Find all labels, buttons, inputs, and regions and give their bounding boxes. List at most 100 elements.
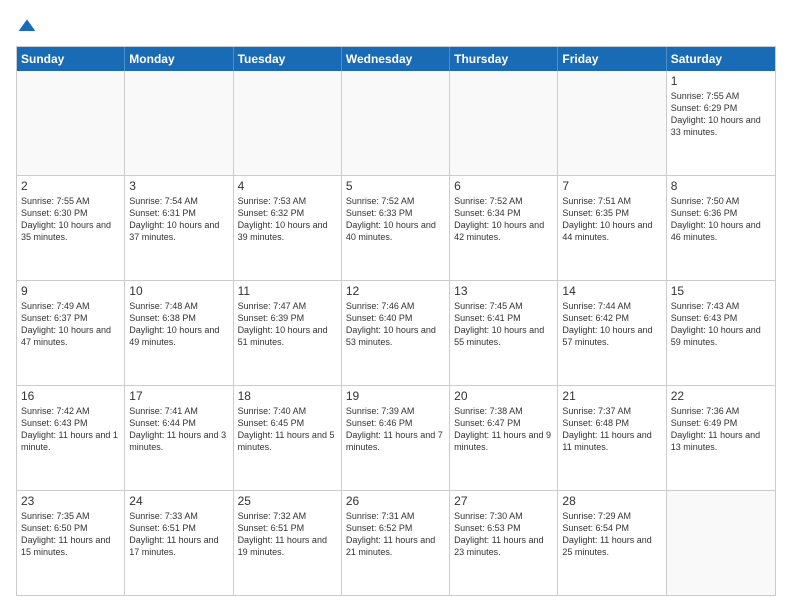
calendar-row-1: 2 Sunrise: 7:55 AM Sunset: 6:30 PM Daylig…	[17, 175, 775, 280]
calendar-body: 1 Sunrise: 7:55 AM Sunset: 6:29 PM Daylig…	[17, 71, 775, 595]
calendar-row-2: 9 Sunrise: 7:49 AM Sunset: 6:37 PM Daylig…	[17, 280, 775, 385]
calendar-cell: 24 Sunrise: 7:33 AM Sunset: 6:51 PM Dayli…	[125, 491, 233, 595]
day-number: 20	[454, 389, 553, 403]
day-info: Sunrise: 7:40 AM Sunset: 6:45 PM Dayligh…	[238, 405, 337, 454]
calendar-cell	[234, 71, 342, 175]
day-info: Sunrise: 7:52 AM Sunset: 6:34 PM Dayligh…	[454, 195, 553, 244]
day-info: Sunrise: 7:38 AM Sunset: 6:47 PM Dayligh…	[454, 405, 553, 454]
day-number: 19	[346, 389, 445, 403]
calendar-cell: 21Sunrise: 7:37 AM Sunset: 6:48 PM Dayli…	[558, 386, 666, 490]
day-number: 13	[454, 284, 553, 298]
day-number: 25	[238, 494, 337, 508]
day-number: 2	[21, 179, 120, 193]
day-info: Sunrise: 7:42 AM Sunset: 6:43 PM Dayligh…	[21, 405, 120, 454]
day-number: 15	[671, 284, 771, 298]
calendar-cell: 7 Sunrise: 7:51 AM Sunset: 6:35 PM Daylig…	[558, 176, 666, 280]
day-info: Sunrise: 7:39 AM Sunset: 6:46 PM Dayligh…	[346, 405, 445, 454]
calendar-cell	[17, 71, 125, 175]
day-info: Sunrise: 7:32 AM Sunset: 6:51 PM Dayligh…	[238, 510, 337, 559]
day-info: Sunrise: 7:51 AM Sunset: 6:35 PM Dayligh…	[562, 195, 661, 244]
calendar-cell	[342, 71, 450, 175]
day-info: Sunrise: 7:30 AM Sunset: 6:53 PM Dayligh…	[454, 510, 553, 559]
day-number: 3	[129, 179, 228, 193]
calendar-cell: 25 Sunrise: 7:32 AM Sunset: 6:51 PM Dayli…	[234, 491, 342, 595]
header-tuesday: Tuesday	[234, 47, 342, 71]
calendar-cell: 16 Sunrise: 7:42 AM Sunset: 6:43 PM Dayli…	[17, 386, 125, 490]
day-info: Sunrise: 7:52 AM Sunset: 6:33 PM Dayligh…	[346, 195, 445, 244]
calendar-cell: 23Sunrise: 7:35 AM Sunset: 6:50 PM Dayli…	[17, 491, 125, 595]
day-info: Sunrise: 7:46 AM Sunset: 6:40 PM Dayligh…	[346, 300, 445, 349]
day-number: 28	[562, 494, 661, 508]
day-info: Sunrise: 7:29 AM Sunset: 6:54 PM Dayligh…	[562, 510, 661, 559]
calendar-row-4: 23Sunrise: 7:35 AM Sunset: 6:50 PM Dayli…	[17, 490, 775, 595]
day-number: 17	[129, 389, 228, 403]
calendar-cell: 14 Sunrise: 7:44 AM Sunset: 6:42 PM Dayli…	[558, 281, 666, 385]
day-info: Sunrise: 7:55 AM Sunset: 6:30 PM Dayligh…	[21, 195, 120, 244]
calendar-cell: 27 Sunrise: 7:30 AM Sunset: 6:53 PM Dayli…	[450, 491, 558, 595]
day-number: 18	[238, 389, 337, 403]
day-number: 22	[671, 389, 771, 403]
logo	[16, 16, 37, 36]
calendar-cell: 15 Sunrise: 7:43 AM Sunset: 6:43 PM Dayli…	[667, 281, 775, 385]
logo-icon	[17, 16, 37, 36]
header-thursday: Thursday	[450, 47, 558, 71]
day-number: 11	[238, 284, 337, 298]
calendar-cell: 5 Sunrise: 7:52 AM Sunset: 6:33 PM Daylig…	[342, 176, 450, 280]
calendar-cell	[667, 491, 775, 595]
calendar-cell: 22 Sunrise: 7:36 AM Sunset: 6:49 PM Dayli…	[667, 386, 775, 490]
day-info: Sunrise: 7:43 AM Sunset: 6:43 PM Dayligh…	[671, 300, 771, 349]
day-number: 7	[562, 179, 661, 193]
day-info: Sunrise: 7:44 AM Sunset: 6:42 PM Dayligh…	[562, 300, 661, 349]
header-friday: Friday	[558, 47, 666, 71]
calendar: Sunday Monday Tuesday Wednesday Thursday…	[16, 46, 776, 596]
calendar-cell: 12Sunrise: 7:46 AM Sunset: 6:40 PM Dayli…	[342, 281, 450, 385]
day-number: 27	[454, 494, 553, 508]
calendar-cell: 19 Sunrise: 7:39 AM Sunset: 6:46 PM Dayli…	[342, 386, 450, 490]
day-info: Sunrise: 7:36 AM Sunset: 6:49 PM Dayligh…	[671, 405, 771, 454]
calendar-cell: 11 Sunrise: 7:47 AM Sunset: 6:39 PM Dayli…	[234, 281, 342, 385]
day-number: 6	[454, 179, 553, 193]
day-number: 16	[21, 389, 120, 403]
calendar-cell: 3 Sunrise: 7:54 AM Sunset: 6:31 PM Daylig…	[125, 176, 233, 280]
day-number: 26	[346, 494, 445, 508]
day-number: 14	[562, 284, 661, 298]
day-info: Sunrise: 7:37 AM Sunset: 6:48 PM Dayligh…	[562, 405, 661, 454]
day-info: Sunrise: 7:45 AM Sunset: 6:41 PM Dayligh…	[454, 300, 553, 349]
calendar-cell: 17 Sunrise: 7:41 AM Sunset: 6:44 PM Dayli…	[125, 386, 233, 490]
day-info: Sunrise: 7:49 AM Sunset: 6:37 PM Dayligh…	[21, 300, 120, 349]
day-number: 1	[671, 74, 771, 88]
calendar-cell	[125, 71, 233, 175]
calendar-header: Sunday Monday Tuesday Wednesday Thursday…	[17, 47, 775, 71]
calendar-cell: 9 Sunrise: 7:49 AM Sunset: 6:37 PM Daylig…	[17, 281, 125, 385]
calendar-cell: 28 Sunrise: 7:29 AM Sunset: 6:54 PM Dayli…	[558, 491, 666, 595]
header	[16, 16, 776, 36]
header-saturday: Saturday	[667, 47, 775, 71]
page: Sunday Monday Tuesday Wednesday Thursday…	[0, 0, 792, 612]
day-info: Sunrise: 7:41 AM Sunset: 6:44 PM Dayligh…	[129, 405, 228, 454]
calendar-cell: 1 Sunrise: 7:55 AM Sunset: 6:29 PM Daylig…	[667, 71, 775, 175]
day-info: Sunrise: 7:35 AM Sunset: 6:50 PM Dayligh…	[21, 510, 120, 559]
header-wednesday: Wednesday	[342, 47, 450, 71]
calendar-cell	[558, 71, 666, 175]
day-info: Sunrise: 7:53 AM Sunset: 6:32 PM Dayligh…	[238, 195, 337, 244]
day-info: Sunrise: 7:54 AM Sunset: 6:31 PM Dayligh…	[129, 195, 228, 244]
calendar-row-3: 16 Sunrise: 7:42 AM Sunset: 6:43 PM Dayli…	[17, 385, 775, 490]
day-info: Sunrise: 7:55 AM Sunset: 6:29 PM Dayligh…	[671, 90, 771, 139]
calendar-cell	[450, 71, 558, 175]
calendar-cell: 18 Sunrise: 7:40 AM Sunset: 6:45 PM Dayli…	[234, 386, 342, 490]
day-info: Sunrise: 7:31 AM Sunset: 6:52 PM Dayligh…	[346, 510, 445, 559]
calendar-row-0: 1 Sunrise: 7:55 AM Sunset: 6:29 PM Daylig…	[17, 71, 775, 175]
header-sunday: Sunday	[17, 47, 125, 71]
day-number: 5	[346, 179, 445, 193]
calendar-cell: 20 Sunrise: 7:38 AM Sunset: 6:47 PM Dayli…	[450, 386, 558, 490]
day-number: 4	[238, 179, 337, 193]
day-info: Sunrise: 7:33 AM Sunset: 6:51 PM Dayligh…	[129, 510, 228, 559]
day-number: 9	[21, 284, 120, 298]
calendar-cell: 10Sunrise: 7:48 AM Sunset: 6:38 PM Dayli…	[125, 281, 233, 385]
calendar-cell: 26 Sunrise: 7:31 AM Sunset: 6:52 PM Dayli…	[342, 491, 450, 595]
day-number: 24	[129, 494, 228, 508]
day-info: Sunrise: 7:48 AM Sunset: 6:38 PM Dayligh…	[129, 300, 228, 349]
calendar-cell: 2 Sunrise: 7:55 AM Sunset: 6:30 PM Daylig…	[17, 176, 125, 280]
day-info: Sunrise: 7:50 AM Sunset: 6:36 PM Dayligh…	[671, 195, 771, 244]
day-info: Sunrise: 7:47 AM Sunset: 6:39 PM Dayligh…	[238, 300, 337, 349]
